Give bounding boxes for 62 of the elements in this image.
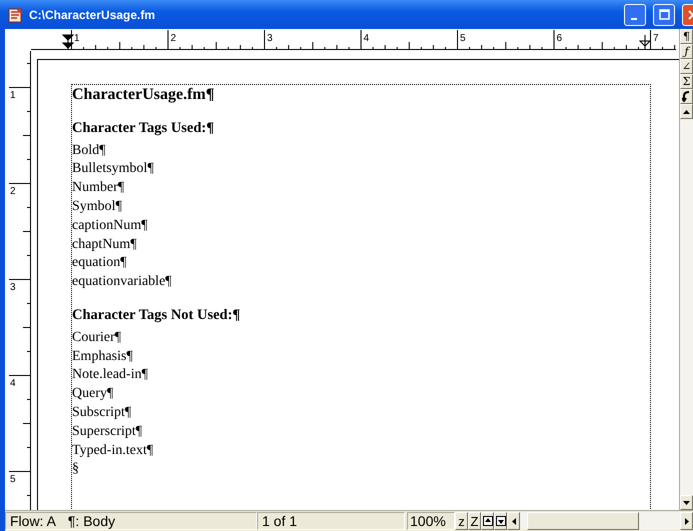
document-icon [8,6,24,22]
paragraph: Query¶ [72,385,114,404]
zoom-button[interactable]: 100% [407,512,455,530]
left-arrow-icon [512,518,516,524]
paragraph-tag-label: ¶: Body [68,513,116,529]
ruler-number: 6 [556,33,562,44]
up-arrow-icon [683,110,690,114]
ruler-number: 3 [10,282,16,293]
toolbar-button[interactable] [680,89,693,104]
scroll-up-button[interactable] [680,104,693,119]
paragraph: equationvariable¶ [72,273,173,292]
down-arrow-icon [683,500,690,504]
ruler-number: 3 [267,33,273,44]
window-title: C:\CharacterUsage.fm [29,8,156,22]
next-page-button[interactable] [494,512,507,530]
minimize-button[interactable] [624,4,646,26]
maximize-button[interactable] [653,4,675,26]
toolbar-button[interactable]: ∠ [680,59,693,74]
paragraph: Bold¶ [72,142,107,160]
paragraph: § [72,460,80,478]
toolbar-button[interactable]: ¶ [680,29,693,44]
paragraph: Courier¶ [72,328,122,347]
paragraph: Superscript¶ [72,422,144,441]
ruler-number: 4 [10,378,16,389]
maximize-icon [658,9,670,20]
paragraph: Subscript¶ [72,404,132,422]
zoom-step-button[interactable]: z [455,512,468,530]
paragraph: equation¶ [72,254,128,272]
ruler-number: 1 [74,33,80,44]
paragraph: captionNum¶ [72,216,149,235]
flow-label: Flow: A [10,513,56,529]
minimize-icon [630,18,636,20]
paragraph: Emphasis¶ [72,348,134,366]
indent-marker-icon[interactable] [62,34,74,50]
ruler-number: 7 [653,33,659,44]
paragraph: Note.lead-in¶ [72,366,149,384]
toolbar-button[interactable]: ƒ [680,44,693,59]
ruler-number: 5 [10,474,16,485]
paragraph: Typed-in.text¶ [72,442,154,460]
ruler-number: 2 [10,186,16,197]
scroll-left-button[interactable] [507,512,520,530]
right-arrow-icon [684,518,688,524]
toolbar-button[interactable]: Σ [680,74,693,89]
page-count: 1 of 1 [257,512,405,530]
scroll-right-button[interactable] [680,512,693,530]
paragraph: Bulletsymbol¶ [72,160,155,178]
ruler-number: 2 [170,33,176,44]
scroll-thumb[interactable] [527,512,639,530]
hook-arrow-icon [682,91,691,102]
ruler-number: 5 [460,33,466,44]
previous-page-button[interactable] [481,512,494,530]
paragraph: Symbol¶ [72,198,123,216]
ruler-number: 4 [364,33,370,44]
paragraph: Character Tags Used:¶ [72,118,216,138]
paragraph: Character Tags Not Used:¶ [72,306,242,325]
ruler-number: 1 [10,90,16,101]
scroll-down-button[interactable] [680,495,693,510]
zoom-step-button[interactable]: Z [468,512,481,530]
paragraph: CharacterUsage.fm¶ [72,86,216,105]
paragraph: chaptNum¶ [72,236,138,254]
indent-marker-icon[interactable] [640,34,652,50]
paragraph: Number¶ [72,179,126,198]
